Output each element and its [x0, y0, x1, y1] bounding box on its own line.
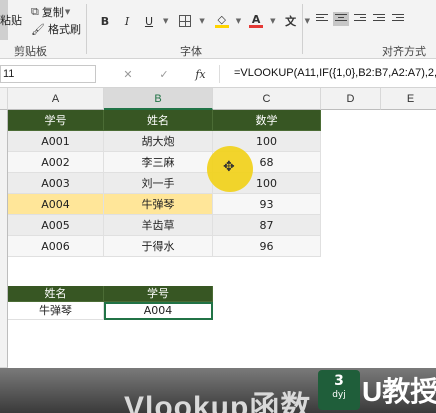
logo-badge: 3 dyj [318, 370, 360, 410]
table-cell[interactable]: 李三麻 [104, 152, 213, 173]
logo-text: U教授 [362, 376, 436, 407]
ribbon: 粘贴 ⧉ 复制 ▼ 🖌 格式刷 剪贴板 B I U ▼ ▼ ◇ ▼ A ▼ 文 … [0, 0, 436, 59]
decrease-indent-icon[interactable] [371, 12, 387, 26]
font-color-dropdown-icon[interactable]: ▼ [270, 17, 275, 25]
borders-button[interactable] [176, 12, 194, 30]
video-banner: Vlookup函数 3 dyj U教授 [0, 368, 436, 413]
paste-label[interactable]: 粘贴 [0, 12, 22, 28]
formula-input[interactable]: =VLOOKUP(A11,IF({1,0},B2:B7,A2:A7),2,0 [234, 67, 436, 79]
lookup-result-cell[interactable]: A004 [104, 302, 213, 320]
table-cell-highlighted[interactable]: 牛弹琴 [104, 194, 213, 215]
borders-dropdown-icon[interactable]: ▼ [199, 17, 204, 25]
table-header-cell[interactable]: 姓名 [104, 110, 213, 131]
insert-function-icon[interactable]: fx [195, 68, 205, 81]
formula-bar: 11 ✕ ✓ fx =VLOOKUP(A11,IF({1,0},B2:B7,A2… [0, 60, 436, 88]
fill-color-dropdown-icon[interactable]: ▼ [236, 17, 241, 25]
font-group-label: 字体 [180, 45, 202, 58]
logo-badge-bottom: dyj [332, 390, 346, 400]
align-right-icon[interactable] [352, 12, 368, 26]
table-cell[interactable]: A003 [8, 173, 104, 194]
copy-label: 复制 [41, 6, 64, 19]
font-formatting-row: B I U ▼ ▼ ◇ ▼ A ▼ 文 ▼ [96, 12, 310, 30]
align-left-icon[interactable] [314, 12, 330, 26]
table-cell[interactable]: A005 [8, 215, 104, 236]
copy-button[interactable]: ⧉ 复制 ▼ [31, 4, 70, 20]
table-header-cell[interactable]: 学号 [8, 110, 104, 131]
column-header-b[interactable]: B [104, 88, 213, 110]
borders-icon [179, 15, 192, 27]
formula-bar-buttons: ✕ ✓ fx [110, 65, 220, 83]
table-cell-highlighted[interactable]: A004 [8, 194, 104, 215]
table-header-cell[interactable]: 数学 [213, 110, 321, 131]
underline-dropdown-icon[interactable]: ▼ [163, 17, 168, 25]
underline-button[interactable]: U [140, 12, 158, 30]
phonetic-button[interactable]: 文 [282, 12, 300, 30]
copy-icon: ⧉ [31, 5, 39, 18]
banner-title: Vlookup函数 [124, 391, 312, 413]
table-cell[interactable]: 胡大炮 [104, 131, 213, 152]
increase-indent-icon[interactable] [390, 12, 406, 26]
row-headers[interactable] [0, 110, 8, 368]
fill-color-button[interactable]: ◇ [213, 12, 231, 30]
site-logo: 3 dyj U教授 [318, 368, 436, 413]
alignment-group-label: 对齐方式 [382, 45, 426, 58]
ribbon-separator [86, 4, 87, 54]
ribbon-separator [302, 4, 303, 54]
align-center-icon[interactable] [333, 12, 349, 26]
format-painter-label: 格式刷 [47, 23, 81, 36]
table-cell[interactable]: 87 [213, 215, 321, 236]
clipboard-group-label: 剪贴板 [14, 45, 47, 58]
table-cell[interactable]: 于得水 [104, 236, 213, 257]
lookup-header-cell[interactable]: 姓名 [8, 286, 104, 302]
lookup-name-cell[interactable]: 牛弹琴 [8, 302, 104, 320]
font-color-button[interactable]: A [247, 12, 265, 30]
format-painter-button[interactable]: 🖌 格式刷 [31, 21, 81, 37]
font-color-icon: A [249, 14, 264, 28]
phonetic-icon: 文 [285, 15, 297, 28]
column-header-e[interactable]: E [381, 88, 436, 110]
bold-button[interactable]: B [96, 12, 114, 30]
table-cell[interactable]: 羊齿草 [104, 215, 213, 236]
table-cell[interactable]: 96 [213, 236, 321, 257]
alignment-row [314, 12, 409, 26]
name-box[interactable]: 11 [0, 65, 96, 83]
column-header-d[interactable]: D [321, 88, 381, 110]
table-cell[interactable]: A006 [8, 236, 104, 257]
table-cell[interactable]: A001 [8, 131, 104, 152]
format-painter-icon: 🖌 [31, 22, 45, 36]
move-cursor-icon: ✥ [223, 159, 235, 175]
fill-color-icon: ◇ [214, 14, 229, 28]
chevron-down-icon: ▼ [64, 8, 71, 16]
column-header-c[interactable]: C [213, 88, 321, 110]
italic-button[interactable]: I [118, 12, 136, 30]
table-cell[interactable]: 93 [213, 194, 321, 215]
lookup-header-cell[interactable]: 学号 [104, 286, 213, 302]
cancel-icon[interactable]: ✕ [123, 68, 132, 81]
mouse-cursor-highlight: ✥ [207, 146, 253, 192]
logo-badge-top: 3 [334, 373, 344, 389]
spreadsheet-grid[interactable]: A B C D E 学号 姓名 数学 A001 胡大炮 100 A002 李三麻… [0, 88, 436, 368]
table-cell[interactable]: A002 [8, 152, 104, 173]
phonetic-dropdown-icon[interactable]: ▼ [305, 17, 310, 25]
select-all-corner[interactable] [0, 88, 8, 110]
confirm-icon[interactable]: ✓ [159, 68, 168, 81]
table-cell[interactable]: 刘一手 [104, 173, 213, 194]
column-header-a[interactable]: A [8, 88, 104, 110]
